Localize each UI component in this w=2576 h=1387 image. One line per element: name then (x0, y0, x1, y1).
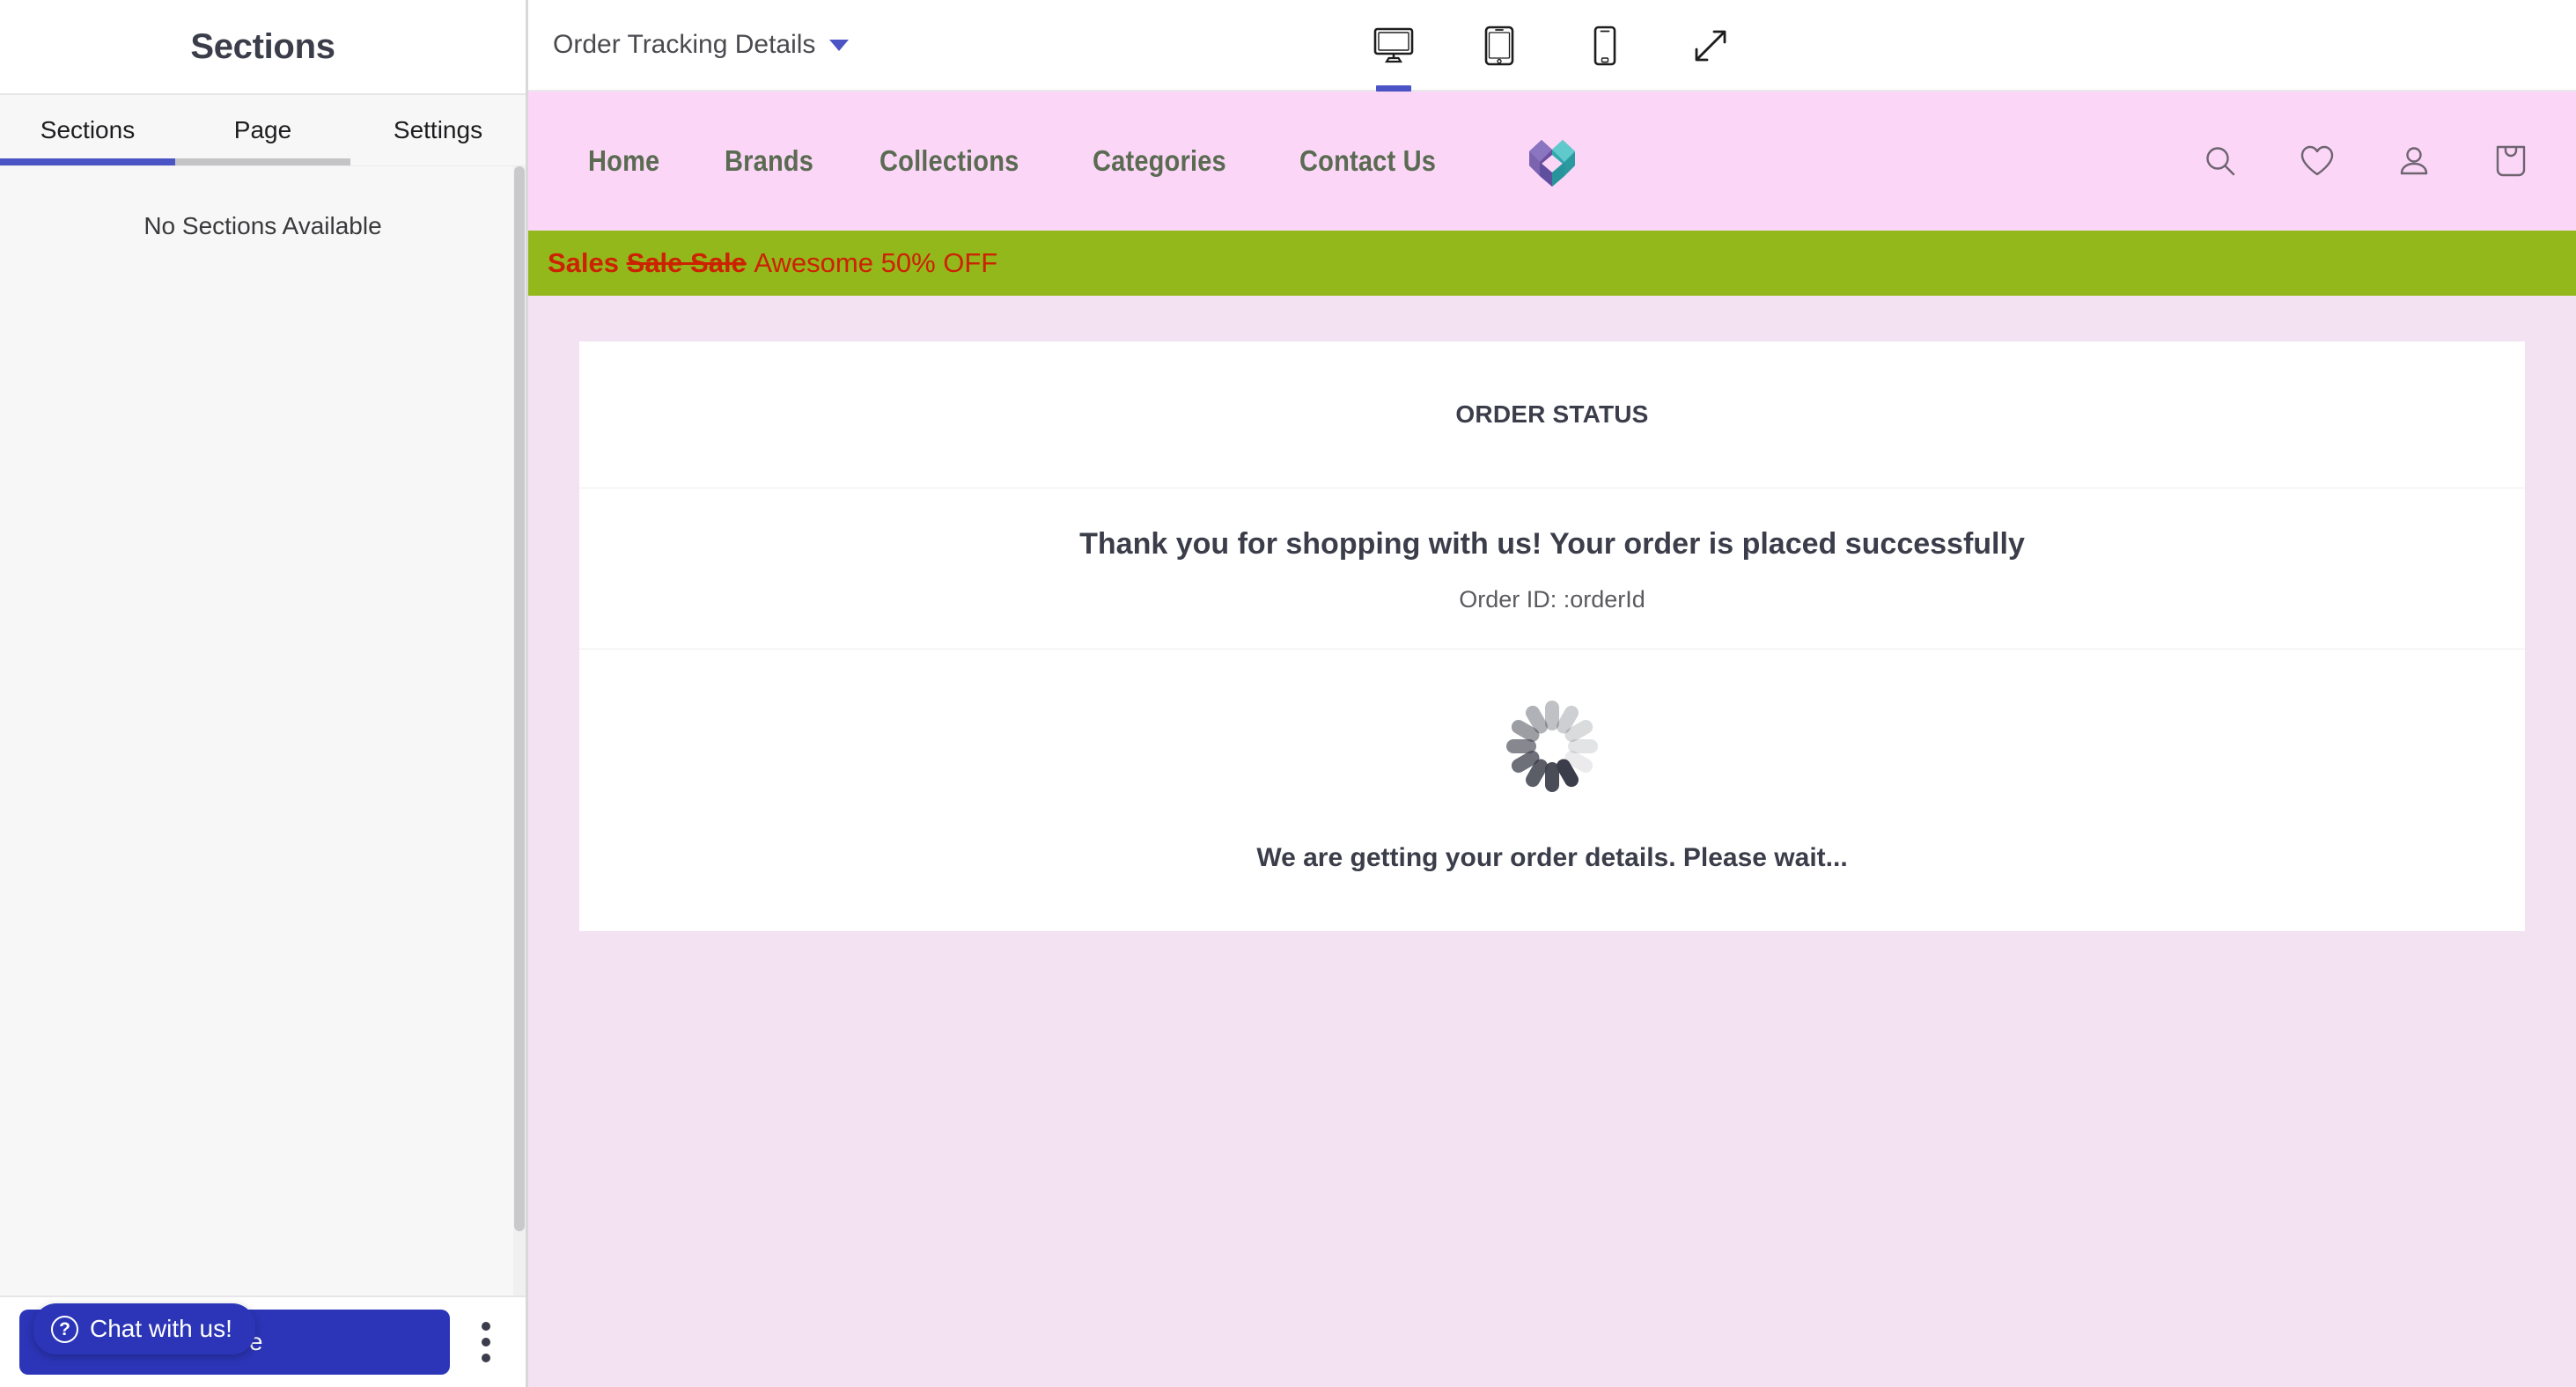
nav-link-home[interactable]: Home (588, 144, 659, 178)
kebab-dot (482, 1354, 490, 1362)
editor-pane: Order Tracking Details Home Brands Colle… (528, 0, 2576, 1387)
tab-sections[interactable]: Sections (0, 95, 175, 165)
chat-with-us-button[interactable]: ? Chat with us! (33, 1303, 255, 1354)
editor-toolbar: Order Tracking Details (528, 0, 2576, 92)
device-tablet-button[interactable] (1472, 0, 1527, 92)
wishlist-heart-icon[interactable] (2298, 142, 2337, 180)
sale-banner-bold: Sales (548, 247, 620, 278)
page-selector-label: Order Tracking Details (553, 30, 816, 59)
nav-link-categories[interactable]: Categories (1093, 144, 1226, 178)
active-device-indicator (1376, 85, 1411, 92)
sidebar-scrollbar-thumb[interactable] (514, 166, 525, 1231)
app-root: Sections Sections Page Settings No Secti… (0, 0, 2576, 1387)
page-title: Sections (190, 26, 335, 66)
sidebar-scrollbar[interactable] (513, 166, 526, 1295)
page-selector-dropdown[interactable]: Order Tracking Details (553, 30, 850, 60)
nav-link-collections[interactable]: Collections (880, 144, 1019, 178)
tab-indicator-empty (350, 158, 526, 165)
order-card-area: ORDER STATUS Thank you for shopping with… (528, 296, 2576, 931)
sidebar-tabs: Sections Page Settings (0, 95, 526, 165)
storefront-nav-links: Home Brands Collections Categories Conta… (588, 144, 1454, 178)
shopping-bag-icon[interactable] (2491, 142, 2530, 180)
tab-settings[interactable]: Settings (350, 95, 526, 165)
fullscreen-icon (1695, 30, 1726, 62)
order-status-heading: ORDER STATUS (1455, 400, 1649, 428)
order-id-label: Order ID: :orderId (1459, 586, 1645, 613)
fullscreen-button[interactable] (1683, 0, 1738, 92)
nav-link-contact-us[interactable]: Contact Us (1299, 144, 1436, 178)
device-mobile-button[interactable] (1578, 0, 1632, 92)
sale-banner: Sales Sale Sale Awesome 50% OFF (528, 231, 2576, 296)
tab-indicator-inactive (175, 158, 350, 165)
question-circle-icon: ? (51, 1315, 78, 1343)
user-account-icon[interactable] (2395, 142, 2433, 180)
search-icon[interactable] (2201, 142, 2240, 180)
sections-sidebar: Sections Sections Page Settings No Secti… (0, 0, 528, 1387)
sidebar-header: Sections (0, 0, 526, 95)
sale-banner-plain: Awesome 50% OFF (754, 247, 998, 278)
tab-page[interactable]: Page (175, 95, 350, 165)
storefront-action-icons (2201, 142, 2530, 180)
device-preview-switcher (1366, 0, 1738, 92)
kebab-dot (482, 1338, 490, 1347)
mobile-icon (1593, 26, 1616, 66)
sale-banner-strikethrough: Sale Sale (626, 247, 747, 278)
heart-logo-icon[interactable] (1522, 134, 1582, 188)
chat-widget-label: Chat with us! (90, 1315, 232, 1342)
chevron-down-icon (829, 39, 850, 51)
storefront-header: Home Brands Collections Categories Conta… (528, 92, 2576, 231)
tab-indicator (0, 158, 526, 165)
thank-you-message: Thank you for shopping with us! Your ord… (1079, 527, 2025, 561)
order-loading-block: We are getting your order details. Pleas… (579, 649, 2525, 931)
order-status-card: ORDER STATUS Thank you for shopping with… (579, 341, 2525, 931)
waiting-message: We are getting your order details. Pleas… (1256, 843, 1848, 872)
kebab-dot (482, 1322, 490, 1331)
storefront-preview: Home Brands Collections Categories Conta… (528, 92, 2576, 1387)
order-confirmation-block: Thank you for shopping with us! Your ord… (579, 488, 2525, 649)
tablet-icon (1484, 26, 1514, 66)
sections-list-area: No Sections Available (0, 165, 526, 1295)
more-vertical-icon[interactable] (466, 1310, 506, 1375)
empty-state-message: No Sections Available (144, 212, 382, 239)
desktop-icon (1373, 27, 1414, 63)
loading-spinner-icon (1506, 701, 1598, 792)
tab-indicator-active (0, 158, 175, 165)
nav-link-brands[interactable]: Brands (725, 144, 813, 178)
device-desktop-button[interactable] (1366, 0, 1421, 92)
